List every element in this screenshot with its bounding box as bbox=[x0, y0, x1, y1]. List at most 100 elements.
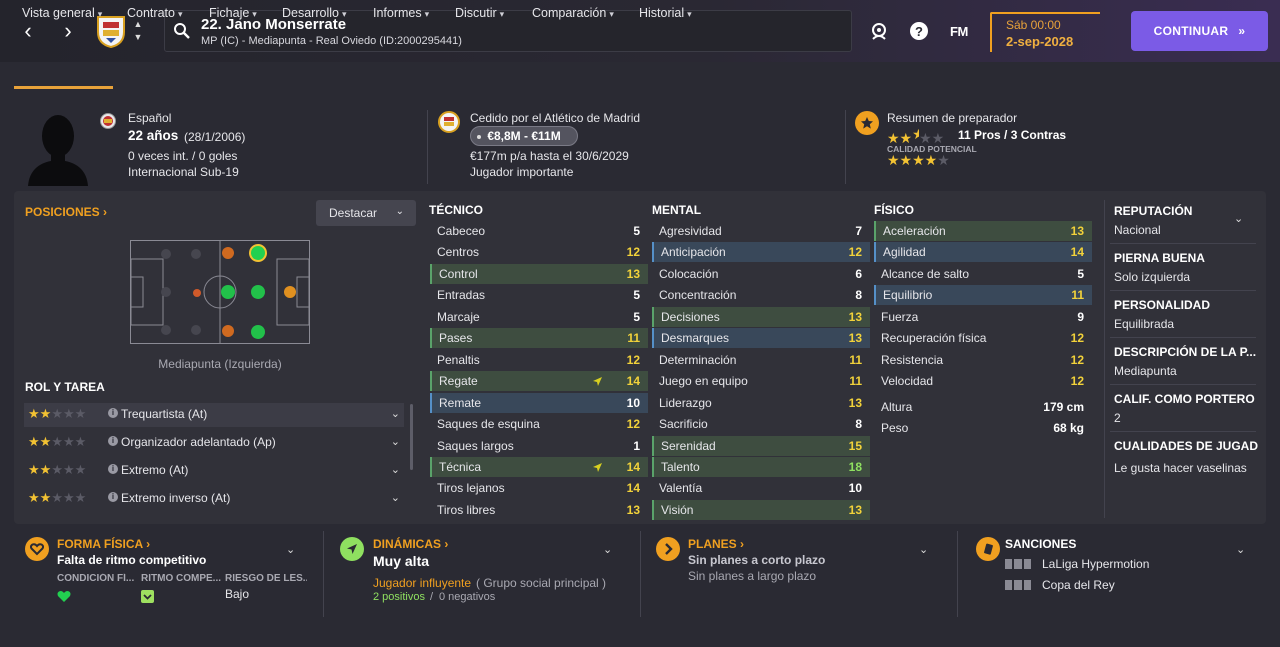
position-dot-mc[interactable] bbox=[221, 285, 235, 299]
chevron-down-icon[interactable]: ⌄ bbox=[1234, 212, 1243, 225]
manager-icon[interactable] bbox=[868, 20, 890, 42]
attribute-row[interactable]: Agilidad 14 bbox=[874, 242, 1092, 263]
card-icon bbox=[976, 537, 1000, 561]
chevron-down-icon[interactable]: ⌄ bbox=[391, 463, 400, 476]
attribute-row[interactable]: Cabeceo 5 bbox=[430, 221, 648, 241]
attribute-row[interactable]: Velocidad 12 bbox=[874, 371, 1092, 391]
position-dot-dmc[interactable] bbox=[193, 289, 201, 297]
attribute-row[interactable]: Equilibrio 11 bbox=[874, 285, 1092, 306]
help-icon[interactable]: ? bbox=[908, 20, 930, 42]
attribute-row[interactable]: Talento 18 bbox=[652, 456, 870, 477]
attribute-row[interactable]: Centros 12 bbox=[430, 242, 648, 262]
social-role: Jugador influyente bbox=[373, 576, 472, 590]
attribute-row[interactable]: Recuperación física 12 bbox=[874, 328, 1092, 348]
attribute-row[interactable]: Juego en equipo 11 bbox=[652, 371, 870, 391]
info-icon[interactable]: i bbox=[108, 436, 118, 446]
attribute-row[interactable]: Remate 10 bbox=[430, 392, 648, 413]
role-row[interactable]: ★★★★★ i Organizador adelantado (Ap) ⌄ bbox=[24, 431, 404, 455]
position-dot-ml[interactable] bbox=[222, 247, 234, 259]
attribute-row[interactable]: Peso 68 kg bbox=[874, 418, 1092, 438]
attribute-row[interactable]: Fuerza 9 bbox=[874, 307, 1092, 327]
position-dot-st[interactable] bbox=[284, 286, 296, 298]
role-row[interactable]: ★★★★★ i Trequartista (At) ⌄ bbox=[24, 403, 404, 427]
menu-discutir[interactable]: Discutir ▾ bbox=[455, 6, 504, 20]
attribute-row[interactable]: Técnica 14 bbox=[430, 456, 648, 477]
position-dot-mr[interactable] bbox=[222, 325, 234, 337]
chevron-down-icon[interactable]: ⌄ bbox=[603, 543, 612, 556]
info-icon[interactable]: i bbox=[108, 464, 118, 474]
attribute-value: 13 bbox=[626, 266, 640, 281]
attribute-row[interactable]: Aceleración 13 bbox=[874, 221, 1092, 241]
positions-link[interactable]: POSICIONES › bbox=[25, 205, 107, 219]
attribute-row[interactable]: Agresividad 7 bbox=[652, 221, 870, 241]
attribute-row[interactable]: Visión 13 bbox=[652, 499, 870, 520]
menu-fichaje[interactable]: Fichaje ▾ bbox=[209, 6, 257, 20]
attribute-row[interactable]: Saques de esquina 12 bbox=[430, 414, 648, 434]
position-dot-amr[interactable] bbox=[251, 325, 265, 339]
position-dot-aml-selected[interactable] bbox=[249, 244, 267, 262]
attribute-row[interactable]: Marcaje 5 bbox=[430, 307, 648, 327]
chevron-down-icon[interactable]: ⌄ bbox=[391, 435, 400, 448]
attribute-row[interactable]: Tiros libres 13 bbox=[430, 500, 648, 520]
info-icon[interactable]: i bbox=[108, 492, 118, 502]
attribute-row[interactable]: Penaltis 12 bbox=[430, 350, 648, 370]
value-range-pill[interactable]: €8,8M - €11M bbox=[470, 126, 578, 146]
attribute-row[interactable]: Tiros lejanos 14 bbox=[430, 478, 648, 498]
forma-fisica-link[interactable]: FORMA FÍSICA › bbox=[57, 537, 150, 551]
chevron-down-icon[interactable]: ⌄ bbox=[919, 543, 928, 556]
planes-link[interactable]: PLANES › bbox=[688, 537, 744, 551]
position-dot[interactable] bbox=[161, 287, 171, 297]
attribute-name: Talento bbox=[661, 459, 700, 474]
menu-informes[interactable]: Informes ▾ bbox=[373, 6, 429, 20]
position-dot-amc[interactable] bbox=[251, 285, 265, 299]
chevron-down-icon[interactable]: ⌄ bbox=[1236, 543, 1245, 556]
attribute-row[interactable]: Regate 14 bbox=[430, 371, 648, 392]
tecnico-header: TÉCNICO bbox=[429, 203, 483, 217]
role-row[interactable]: ★★★★★ i Extremo (At) ⌄ bbox=[24, 459, 404, 483]
menu-historial[interactable]: Historial ▾ bbox=[639, 6, 692, 20]
highlight-dropdown[interactable]: Destacar ⌄ bbox=[316, 200, 416, 226]
menu-contrato[interactable]: Contrato ▾ bbox=[127, 6, 182, 20]
attribute-row[interactable]: Valentía 10 bbox=[652, 478, 870, 498]
attribute-row[interactable]: Alcance de salto 5 bbox=[874, 264, 1092, 284]
chevron-down-icon[interactable]: ⌄ bbox=[286, 543, 295, 556]
position-pitch[interactable] bbox=[130, 240, 310, 344]
attribute-row[interactable]: Decisiones 13 bbox=[652, 306, 870, 327]
fm-menu-button[interactable]: FM bbox=[950, 24, 968, 39]
attribute-row[interactable]: Desmarques 13 bbox=[652, 328, 870, 349]
attribute-row[interactable]: Anticipación 12 bbox=[652, 242, 870, 263]
dinamicas-link[interactable]: DINÁMICAS › bbox=[373, 537, 448, 551]
position-dot[interactable] bbox=[161, 249, 171, 259]
attribute-row[interactable]: Colocación 6 bbox=[652, 264, 870, 284]
attribute-name: Velocidad bbox=[881, 374, 934, 389]
role-row[interactable]: ★★★★★ i Extremo inverso (At) ⌄ bbox=[24, 487, 404, 511]
attribute-row[interactable]: Serenidad 15 bbox=[652, 435, 870, 456]
attribute-row[interactable]: Entradas 5 bbox=[430, 285, 648, 305]
menu-vista-general[interactable]: Vista general ▾ bbox=[22, 6, 102, 20]
info-icon[interactable]: i bbox=[108, 408, 118, 418]
attribute-row[interactable]: Determinación 11 bbox=[652, 350, 870, 370]
roles-scrollbar[interactable] bbox=[410, 404, 413, 470]
menu-comparacion[interactable]: Comparación ▾ bbox=[532, 6, 614, 20]
position-dot[interactable] bbox=[161, 325, 171, 335]
club-switch-arrows[interactable]: ▲ ▼ bbox=[132, 18, 144, 44]
separator bbox=[1110, 290, 1256, 291]
attribute-row[interactable]: Liderazgo 13 bbox=[652, 393, 870, 413]
date-box[interactable]: Sáb 00:00 2-sep-2028 bbox=[990, 12, 1100, 52]
attribute-row[interactable]: Saques largos 1 bbox=[430, 436, 648, 456]
search-icon[interactable] bbox=[173, 22, 191, 43]
position-dot[interactable] bbox=[191, 249, 201, 259]
attribute-row[interactable]: Resistencia 12 bbox=[874, 350, 1092, 370]
chevron-down-icon[interactable]: ⌄ bbox=[391, 407, 400, 420]
player-header-box[interactable]: 22. Jano Monserrate MP (IC) - Mediapunta… bbox=[164, 10, 852, 52]
attribute-row[interactable]: Control 13 bbox=[430, 263, 648, 284]
position-dot[interactable] bbox=[191, 325, 201, 335]
continue-button[interactable]: CONTINUAR » bbox=[1131, 11, 1268, 51]
attribute-row[interactable]: Altura 179 cm bbox=[874, 397, 1092, 417]
attribute-row[interactable]: Pases 11 bbox=[430, 328, 648, 349]
chevron-down-icon[interactable]: ⌄ bbox=[391, 491, 400, 504]
age: 22 años bbox=[128, 128, 179, 143]
attribute-row[interactable]: Concentración 8 bbox=[652, 285, 870, 305]
attribute-row[interactable]: Sacrificio 8 bbox=[652, 414, 870, 434]
menu-desarrollo[interactable]: Desarrollo ▾ bbox=[282, 6, 347, 20]
